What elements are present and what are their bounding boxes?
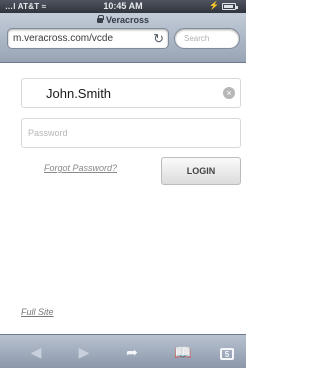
tabs-icon[interactable]: 5 xyxy=(218,343,236,361)
battery-icon xyxy=(222,3,238,10)
url-field[interactable]: m.veracross.com/vcde ↻ xyxy=(7,28,169,49)
full-site-link[interactable]: Full Site xyxy=(21,307,54,317)
reload-icon[interactable]: ↻ xyxy=(153,31,164,47)
username-field[interactable]: John.Smith × xyxy=(21,78,241,108)
bookmarks-icon[interactable]: 📖 xyxy=(172,343,194,361)
charging-icon: ⚡ xyxy=(209,1,219,10)
username-value: John.Smith xyxy=(46,86,112,101)
login-button[interactable]: LOGIN xyxy=(161,157,241,185)
tabs-count: 5 xyxy=(220,348,234,360)
page-title: Veracross xyxy=(0,15,246,25)
back-icon[interactable]: ◀ xyxy=(28,343,44,361)
search-input[interactable]: Search xyxy=(174,28,240,49)
forgot-password-link[interactable]: Forgot Password? xyxy=(44,163,117,173)
forward-icon[interactable]: ▶ xyxy=(76,343,92,361)
login-page: John.Smith × Password Forgot Password? L… xyxy=(0,64,246,331)
browser-address-bar: Veracross m.veracross.com/vcde ↻ Search xyxy=(0,13,246,63)
password-field[interactable]: Password xyxy=(21,118,241,148)
browser-toolbar: ◀ ▶ ➦ 📖 5 xyxy=(0,334,246,368)
url-text: m.veracross.com/vcde xyxy=(13,33,114,44)
lock-icon xyxy=(96,15,104,23)
share-icon[interactable]: ➦ xyxy=(122,343,142,361)
clear-icon[interactable]: × xyxy=(223,87,235,99)
status-bar: …l AT&T ≈ 10:45 AM ⚡ xyxy=(0,0,246,13)
